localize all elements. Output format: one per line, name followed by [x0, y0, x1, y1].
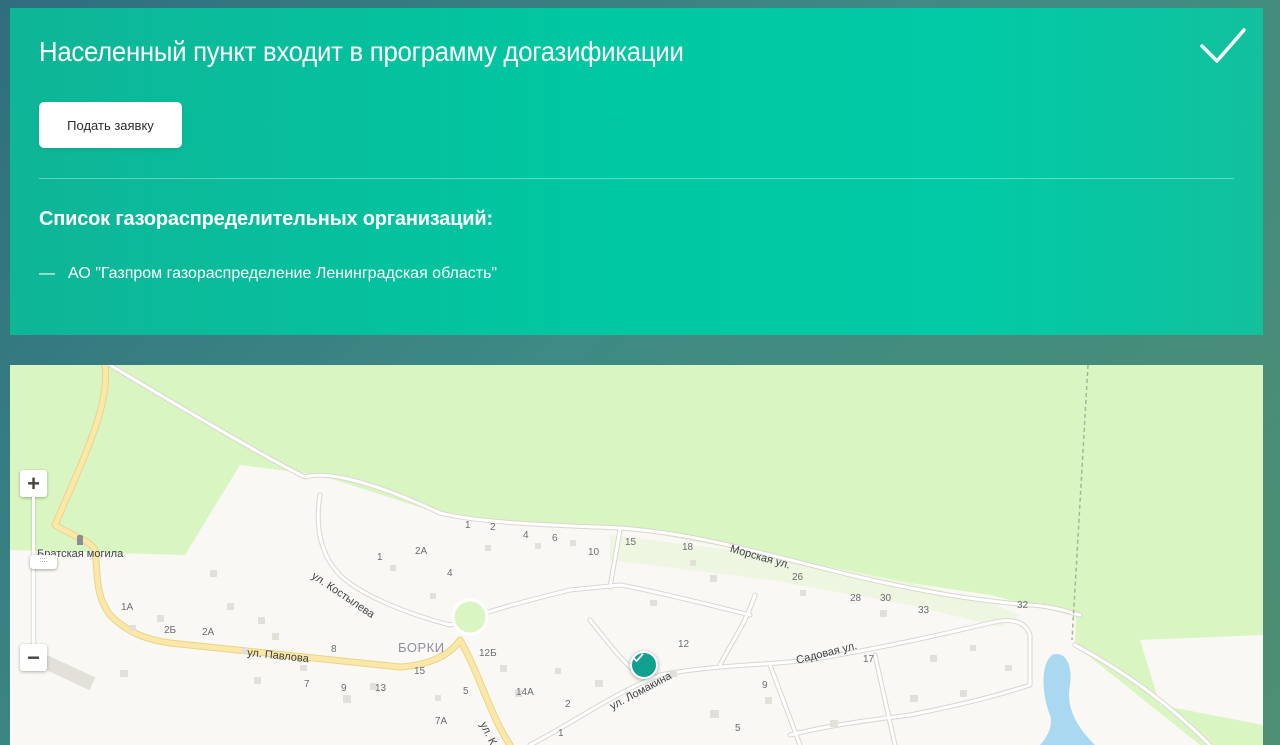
map-view[interactable]: Братская могила БОРКИ ул. Костылева ул. … — [10, 365, 1263, 745]
house-number: 2 — [565, 699, 571, 710]
divider — [39, 178, 1234, 179]
house-number: 30 — [880, 593, 892, 604]
house-number: 7А — [435, 716, 448, 727]
house-number: 15 — [625, 537, 637, 548]
zoom-in-button[interactable]: + — [20, 470, 47, 497]
submit-application-button[interactable]: Подать заявку — [39, 102, 182, 148]
checkmark-icon — [1200, 28, 1246, 63]
house-number: 18 — [682, 542, 694, 553]
house-number: 12 — [678, 639, 690, 650]
forest-area — [10, 365, 1263, 645]
house-number: 15 — [414, 666, 426, 677]
page-title: Населенный пункт входит в программу дога… — [39, 36, 684, 67]
house-number: 33 — [918, 605, 930, 616]
org-list-item: — АО "Газпром газораспределение Ленинград… — [39, 265, 497, 283]
house-number: 12Б — [479, 648, 497, 659]
house-number: 9 — [762, 680, 768, 691]
map-marker-check-icon[interactable] — [630, 651, 658, 679]
house-number: 6 — [552, 533, 558, 544]
house-number: 10 — [588, 547, 600, 558]
orgs-list-title: Список газораспределительных организаций… — [39, 208, 493, 230]
water-body — [1040, 654, 1095, 745]
house-number: 5 — [735, 723, 741, 734]
list-dash: — — [39, 265, 55, 282]
parking-lot — [39, 654, 96, 691]
house-number: 4 — [523, 530, 529, 541]
gasification-status-panel: Населенный пункт входит в программу дога… — [10, 8, 1263, 335]
road-kostyleva — [315, 492, 453, 628]
org-name: АО "Газпром газораспределение Ленинградс… — [68, 265, 498, 282]
house-number: 7 — [304, 679, 310, 690]
roundabout-park — [451, 598, 489, 636]
house-number: 9 — [341, 683, 347, 694]
house-number: 32 — [1017, 600, 1029, 611]
house-number: 2А — [415, 546, 428, 557]
house-number: 4 — [447, 568, 453, 579]
house-number: 28 — [850, 593, 862, 604]
zoom-control: + :::: − — [20, 470, 57, 675]
house-number: 14А — [516, 687, 534, 698]
zoom-out-button[interactable]: − — [20, 644, 47, 671]
marker-check-icon — [632, 653, 644, 662]
monument-icon — [77, 535, 83, 545]
house-number: 2Б — [164, 625, 177, 636]
house-number: 1 — [377, 552, 383, 563]
place-name: БОРКИ — [398, 640, 445, 655]
house-number: 2А — [202, 627, 215, 638]
house-number: 1 — [465, 520, 471, 531]
house-number: 1 — [558, 728, 564, 739]
house-number: 13 — [375, 683, 387, 694]
zoom-slider-handle[interactable]: :::: — [30, 555, 57, 569]
house-number: 2 — [490, 522, 496, 533]
house-number: 5 — [463, 686, 469, 697]
zoom-slider-track[interactable]: :::: — [30, 497, 57, 648]
house-number: 8 — [331, 644, 337, 655]
house-number: 1А — [121, 602, 134, 613]
house-number: 26 — [792, 572, 804, 583]
house-number: 17 — [863, 654, 875, 665]
